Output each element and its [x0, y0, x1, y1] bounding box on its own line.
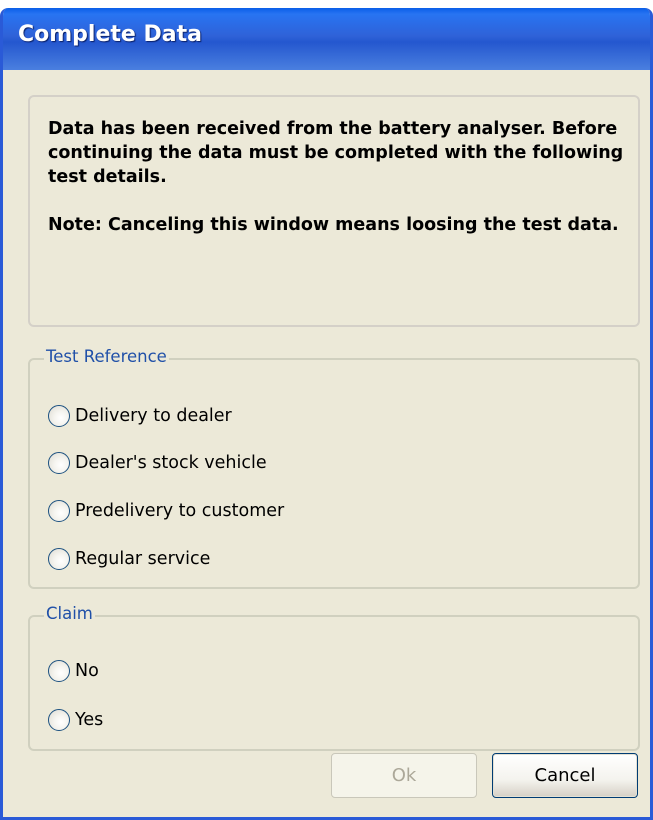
test-reference-legend: Test Reference	[44, 346, 169, 368]
radio-label: Delivery to dealer	[75, 406, 232, 426]
cancel-button[interactable]: Cancel	[492, 753, 638, 798]
radio-button-icon[interactable]	[48, 500, 70, 522]
radio-label: Predelivery to customer	[75, 501, 285, 521]
radio-predelivery-to-customer[interactable]: Predelivery to customer	[48, 497, 284, 525]
radio-button-icon[interactable]	[48, 452, 70, 474]
ok-button[interactable]: Ok	[331, 753, 477, 798]
message-paragraph-note: Note: Canceling this window means loosin…	[48, 215, 619, 235]
title-bar[interactable]: Complete Data	[3, 8, 650, 70]
message-text: Data has been received from the battery …	[48, 117, 628, 237]
radio-regular-service[interactable]: Regular service	[48, 545, 210, 573]
radio-claim-yes[interactable]: Yes	[48, 706, 103, 734]
window-title: Complete Data	[18, 22, 202, 47]
radio-label: Regular service	[75, 549, 211, 569]
radio-delivery-to-dealer[interactable]: Delivery to dealer	[48, 402, 232, 430]
radio-label: No	[75, 661, 99, 681]
complete-data-dialog: Complete Data Data has been received fro…	[0, 8, 653, 820]
claim-legend: Claim	[44, 603, 95, 625]
claim-group: Claim No Yes	[28, 603, 640, 751]
radio-button-icon[interactable]	[48, 709, 70, 731]
radio-claim-no[interactable]: No	[48, 657, 99, 685]
radio-dealers-stock-vehicle[interactable]: Dealer's stock vehicle	[48, 449, 267, 477]
message-panel: Data has been received from the battery …	[28, 95, 640, 327]
test-reference-group: Test Reference Delivery to dealer Dealer…	[28, 346, 640, 589]
radio-button-icon[interactable]	[48, 548, 70, 570]
radio-label: Yes	[75, 710, 104, 730]
radio-button-icon[interactable]	[48, 660, 70, 682]
radio-button-icon[interactable]	[48, 405, 70, 427]
radio-label: Dealer's stock vehicle	[75, 453, 267, 473]
message-paragraph-received: Data has been received from the battery …	[48, 119, 624, 187]
